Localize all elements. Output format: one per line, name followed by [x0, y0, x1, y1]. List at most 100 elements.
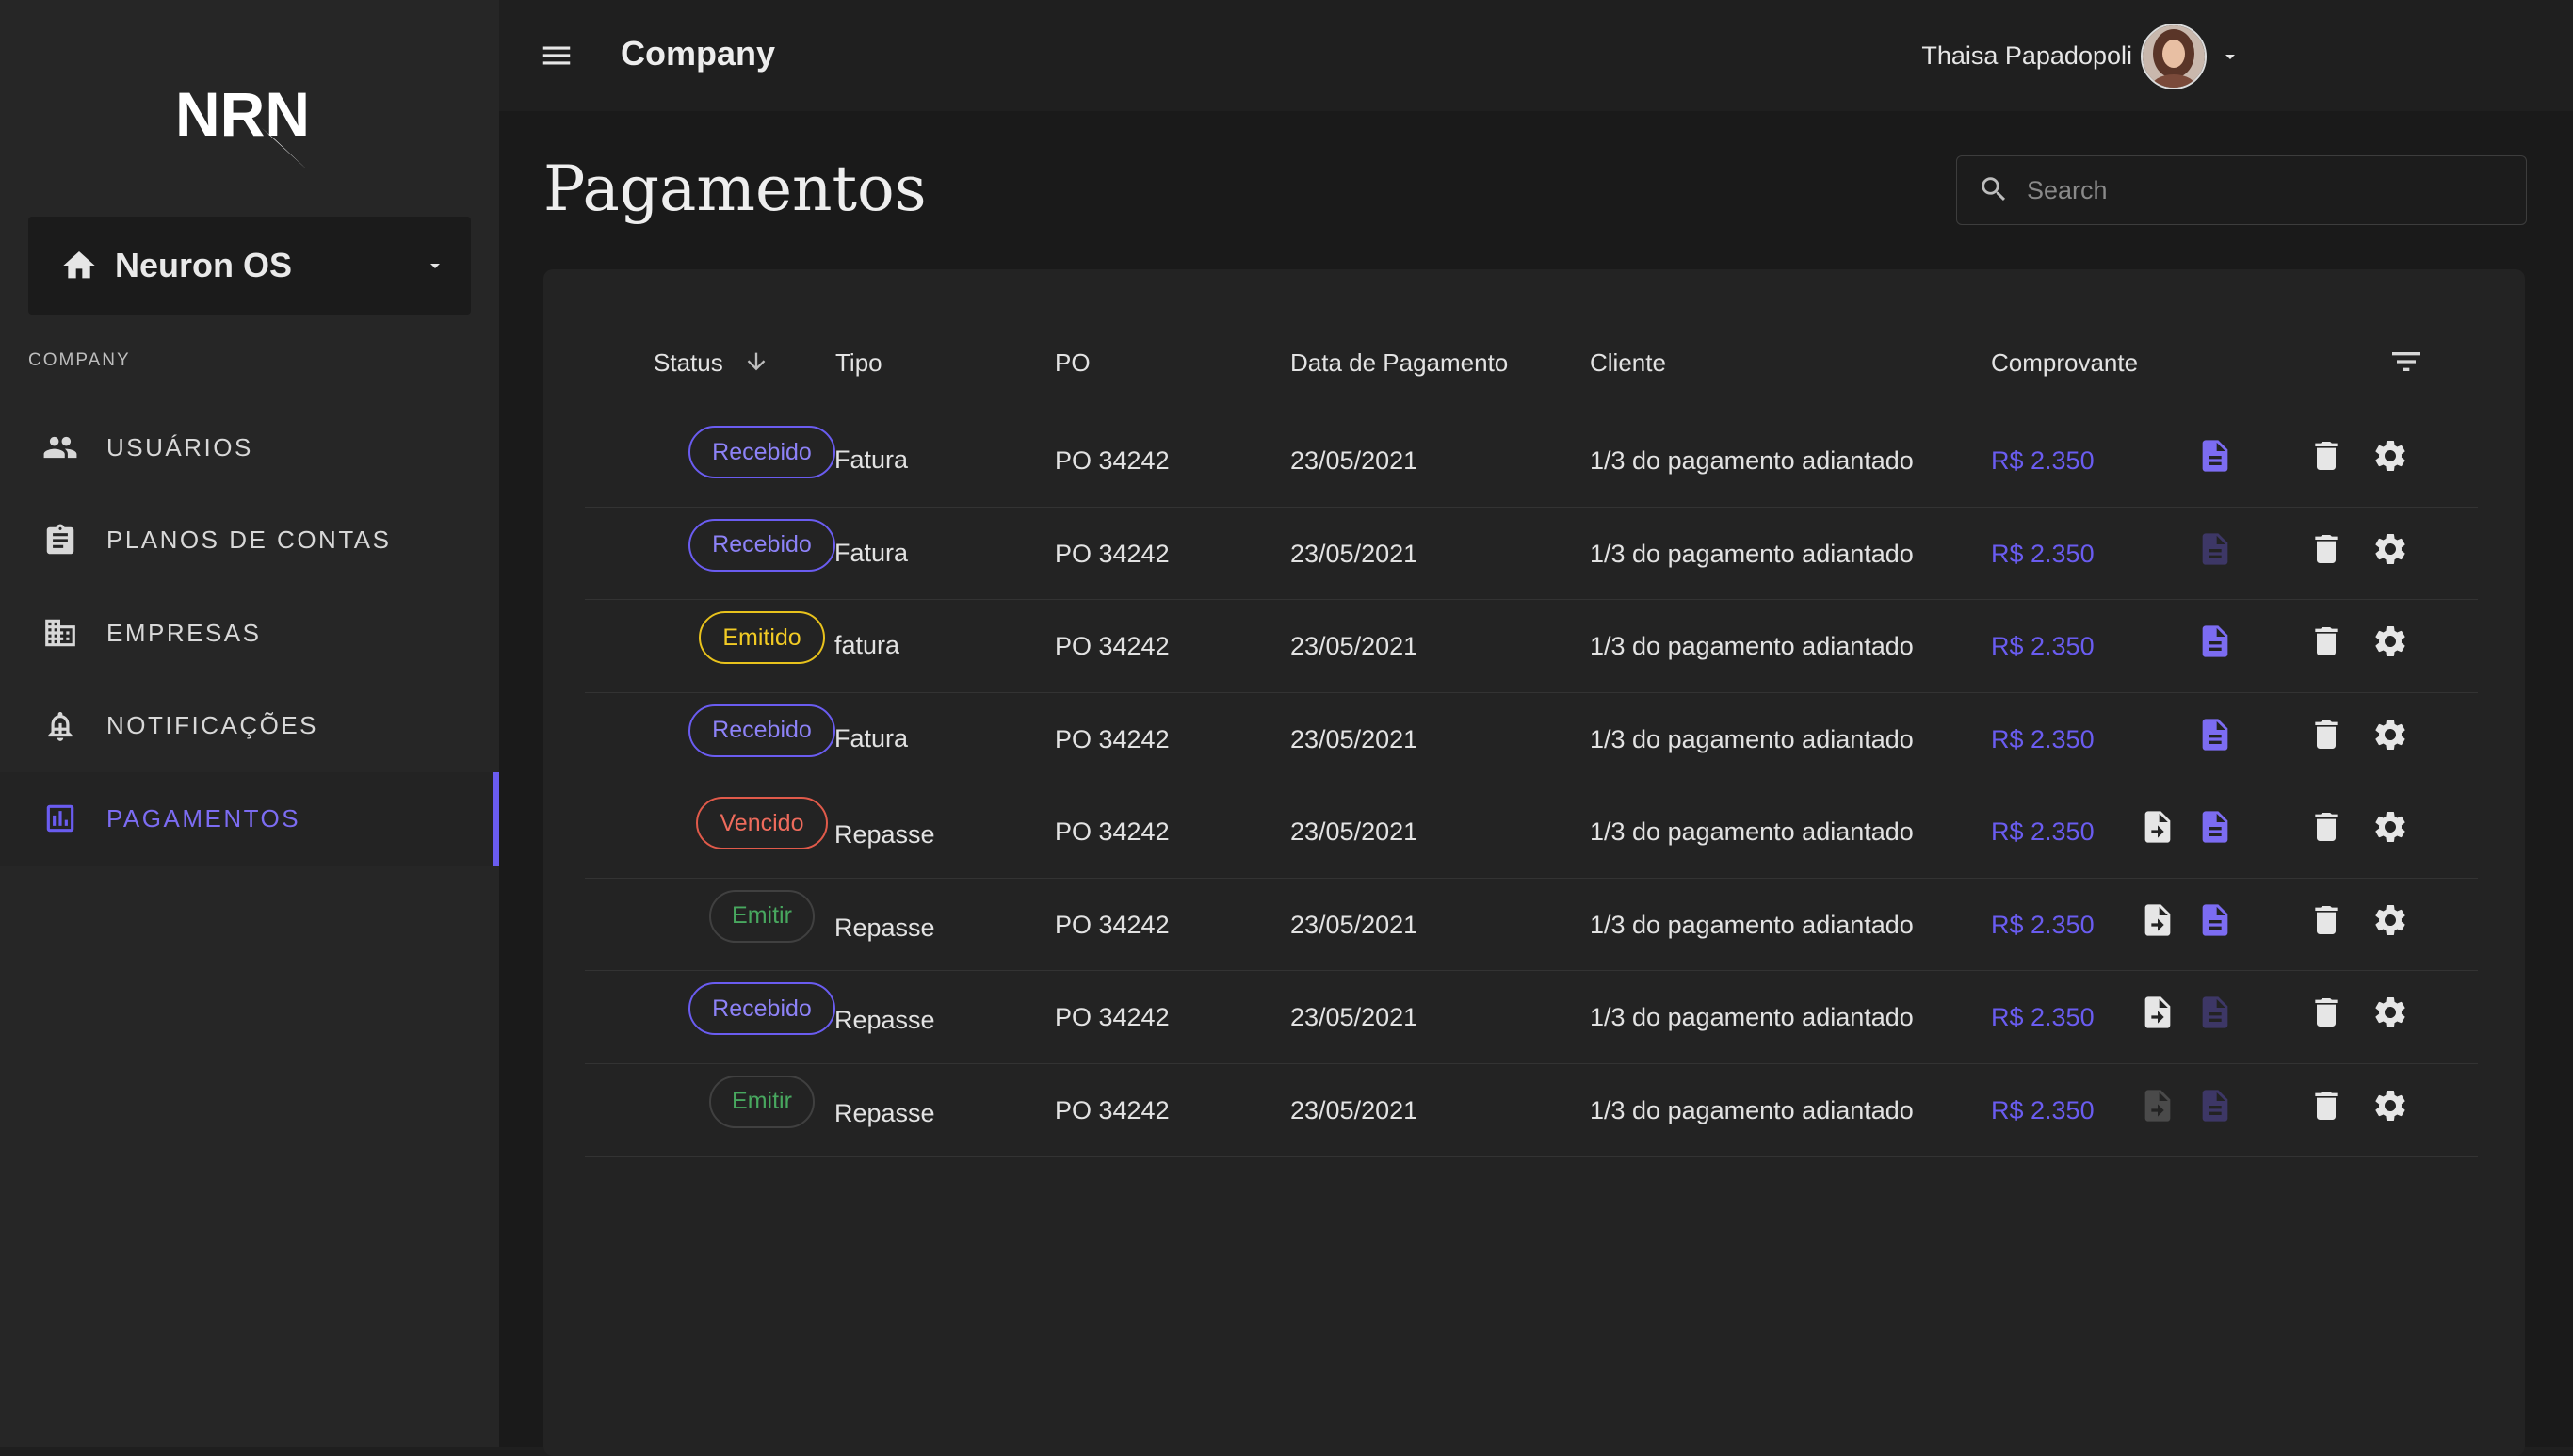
cell-valor[interactable]: R$ 2.350	[1991, 817, 2095, 847]
header-status[interactable]: Status	[654, 348, 766, 378]
trash-icon[interactable]	[2307, 716, 2345, 753]
avatar[interactable]	[2141, 24, 2207, 89]
trash-icon[interactable]	[2307, 808, 2345, 846]
cell-tipo: Fatura	[834, 445, 909, 474]
trash-icon[interactable]	[2307, 530, 2345, 568]
chevron-down-icon	[430, 264, 440, 268]
hamburger-menu-icon[interactable]	[539, 38, 574, 73]
cell-tipo: Repasse	[834, 1006, 935, 1034]
cell-po: PO 34242	[1055, 817, 1170, 846]
company-title: Company	[621, 34, 776, 73]
cell-valor[interactable]: R$ 2.350	[1991, 540, 2095, 569]
status-badge[interactable]: Recebido	[688, 704, 835, 757]
section-label: COMPANY	[28, 350, 131, 370]
main-content: Pagamentos Status Tipo PO Data de Pagame…	[499, 111, 2573, 1456]
cell-valor[interactable]: R$ 2.350	[1991, 725, 2095, 754]
document-icon[interactable]	[2196, 716, 2234, 753]
clipboard-icon	[46, 524, 74, 554]
trash-icon[interactable]	[2307, 437, 2345, 475]
gear-icon[interactable]	[2371, 994, 2409, 1031]
sidebar-item-label: PLANOS DE CONTAS	[106, 526, 392, 555]
cell-cliente: 1/3 do pagamento adiantado	[1590, 910, 1914, 939]
status-badge[interactable]: Emitido	[699, 611, 825, 664]
status-badge[interactable]: Emitir	[709, 1075, 815, 1128]
sidebar-item-notificacoes[interactable]: NOTIFICAÇÕES	[0, 680, 499, 773]
header-label: Status	[654, 348, 723, 377]
upload-file-icon[interactable]	[2139, 1087, 2177, 1124]
cell-data: 23/05/2021	[1290, 446, 1418, 475]
status-badge[interactable]: Recebido	[688, 518, 835, 572]
document-icon[interactable]	[2196, 808, 2234, 846]
trash-icon[interactable]	[2307, 901, 2345, 939]
status-badge[interactable]: Recebido	[688, 982, 835, 1035]
header-po[interactable]: PO	[1055, 348, 1091, 378]
document-icon[interactable]	[2196, 623, 2234, 660]
header-cliente[interactable]: Cliente	[1590, 348, 1666, 378]
status-badge[interactable]: Recebido	[688, 426, 835, 478]
cell-valor[interactable]: R$ 2.350	[1991, 911, 2095, 940]
document-icon[interactable]	[2196, 437, 2234, 475]
search-box[interactable]	[1956, 155, 2527, 225]
sidebar-item-label: EMPRESAS	[106, 618, 262, 647]
sidebar: NRN Neuron OS COMPANY USUÁRIOS PLANOS DE…	[0, 0, 499, 1447]
sidebar-item-planos-de-contas[interactable]: PLANOS DE CONTAS	[0, 494, 499, 588]
cell-po: PO 34242	[1055, 724, 1170, 753]
header-comprovante[interactable]: Comprovante	[1991, 348, 2138, 378]
cell-valor[interactable]: R$ 2.350	[1991, 446, 2095, 476]
cell-po: PO 34242	[1055, 910, 1170, 939]
cell-valor[interactable]: R$ 2.350	[1991, 632, 2095, 661]
table-row: Recebido Fatura PO 34242 23/05/2021 1/3 do p…	[585, 414, 2478, 508]
trash-icon[interactable]	[2307, 1087, 2345, 1124]
nrn-logo[interactable]: NRN	[175, 77, 326, 168]
cell-data: 23/05/2021	[1290, 632, 1418, 660]
table-body: Recebido Fatura PO 34242 23/05/2021 1/3 do p…	[585, 414, 2478, 1157]
document-icon[interactable]	[2196, 994, 2234, 1031]
header-tipo[interactable]: Tipo	[835, 348, 882, 378]
gear-icon[interactable]	[2371, 901, 2409, 939]
sidebar-item-label: PAGAMENTOS	[106, 803, 301, 833]
sidebar-item-empresas[interactable]: EMPRESAS	[0, 587, 499, 680]
document-icon[interactable]	[2196, 901, 2234, 939]
trash-icon[interactable]	[2307, 994, 2345, 1031]
gear-icon[interactable]	[2371, 716, 2409, 753]
chevron-down-icon[interactable]	[2219, 45, 2241, 68]
status-badge[interactable]: Emitir	[709, 889, 815, 943]
cell-tipo: fatura	[834, 631, 900, 659]
gear-icon[interactable]	[2371, 530, 2409, 568]
filter-icon[interactable]	[2387, 343, 2425, 380]
upload-file-icon[interactable]	[2139, 808, 2177, 846]
cell-data: 23/05/2021	[1290, 1095, 1418, 1124]
cell-data: 23/05/2021	[1290, 539, 1418, 568]
upload-file-icon[interactable]	[2139, 901, 2177, 939]
table-row: Vencido Repasse PO 34242 23/05/2021 1/3 do p…	[585, 785, 2478, 879]
org-name: Neuron OS	[115, 246, 293, 284]
cell-po: PO 34242	[1055, 1095, 1170, 1124]
cell-cliente: 1/3 do pagamento adiantado	[1590, 1095, 1914, 1124]
cell-po: PO 34242	[1055, 539, 1170, 568]
cell-data: 23/05/2021	[1290, 724, 1418, 753]
building-icon	[45, 620, 75, 647]
header-data[interactable]: Data de Pagamento	[1290, 348, 1508, 378]
sidebar-item-usuarios[interactable]: USUÁRIOS	[0, 401, 499, 494]
user-name[interactable]: Thaisa Papadopoli	[1921, 41, 2132, 71]
cell-cliente: 1/3 do pagamento adiantado	[1590, 539, 1914, 568]
gear-icon[interactable]	[2371, 1087, 2409, 1124]
document-icon[interactable]	[2196, 530, 2234, 568]
cell-valor[interactable]: R$ 2.350	[1991, 1003, 2095, 1032]
upload-file-icon[interactable]	[2139, 994, 2177, 1031]
sidebar-item-pagamentos[interactable]: PAGAMENTOS	[0, 772, 499, 866]
search-icon	[1982, 177, 2006, 202]
search-input[interactable]	[2025, 170, 2509, 211]
gear-icon[interactable]	[2371, 437, 2409, 475]
sidebar-item-label: USUÁRIOS	[106, 432, 253, 461]
gear-icon[interactable]	[2371, 623, 2409, 660]
document-icon[interactable]	[2196, 1087, 2234, 1124]
topbar: Company Thaisa Papadopoli	[499, 0, 2573, 111]
trash-icon[interactable]	[2307, 623, 2345, 660]
status-badge[interactable]: Vencido	[696, 797, 828, 849]
table-row: Recebido Fatura PO 34242 23/05/2021 1/3 do p…	[585, 693, 2478, 785]
gear-icon[interactable]	[2371, 808, 2409, 846]
cell-valor[interactable]: R$ 2.350	[1991, 1096, 2095, 1125]
payments-table: Status Tipo PO Data de Pagamento Cliente…	[543, 269, 2525, 1456]
org-selector[interactable]: Neuron OS	[28, 217, 471, 315]
